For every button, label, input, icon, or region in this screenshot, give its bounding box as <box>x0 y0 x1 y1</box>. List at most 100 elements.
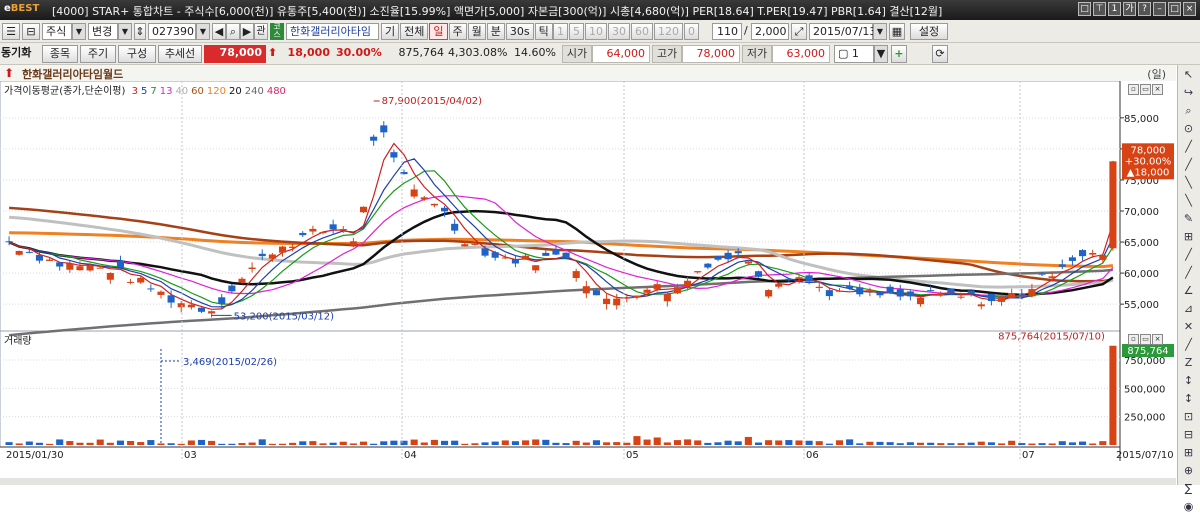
window-button-0[interactable]: □ <box>1078 2 1091 16</box>
drawing-tool-17[interactable]: ↕ <box>1179 373 1198 389</box>
add-icon[interactable]: + <box>891 45 907 63</box>
line-dropdown-icon[interactable]: ▼ <box>874 45 888 63</box>
candle-body <box>886 286 894 293</box>
layout-tab[interactable]: 구성 <box>118 45 156 63</box>
price-tick-label: 60,000 <box>1124 269 1159 280</box>
refresh-icon[interactable]: ⟳ <box>932 45 948 63</box>
volume-bar <box>461 443 469 445</box>
price-panel-buttons[interactable]: ▫ ▭ × <box>1128 84 1163 95</box>
period-button-4[interactable]: 월 <box>467 23 486 40</box>
volume-bar <box>582 442 590 445</box>
period-button-5[interactable]: 분 <box>486 23 505 40</box>
relation-button[interactable]: 관 <box>254 23 268 40</box>
drawing-tool-14[interactable]: ✕ <box>1179 319 1198 335</box>
drawing-tool-22[interactable]: ⊕ <box>1179 463 1198 479</box>
drawing-tool-20[interactable]: ⊟ <box>1179 427 1198 443</box>
count-input[interactable]: 110 <box>712 23 742 40</box>
search-icon[interactable]: ⌕ <box>226 23 240 40</box>
line-select[interactable]: ▢ 1 <box>834 45 874 63</box>
drawing-tool-9[interactable]: ⊞ <box>1179 229 1198 245</box>
drawing-tool-21[interactable]: ⊞ <box>1179 445 1198 461</box>
volume-bar <box>633 436 641 445</box>
code-spinner[interactable]: ⇕ <box>134 23 146 40</box>
drawing-tool-12[interactable]: ∠ <box>1179 283 1198 299</box>
drawing-tool-13[interactable]: ⊿ <box>1179 301 1198 317</box>
period-button-7[interactable]: 틱 <box>534 23 553 40</box>
candle-body <box>289 246 297 248</box>
window-button-1[interactable]: ⊤ <box>1093 2 1106 16</box>
drawing-tool-10[interactable]: ╱ <box>1179 247 1198 263</box>
drawing-tool-19[interactable]: ⊡ <box>1179 409 1198 425</box>
market-select[interactable]: 주식 <box>42 23 72 40</box>
volume-bar <box>815 441 823 445</box>
menu-icon[interactable]: ☰ <box>2 23 20 40</box>
window-icon[interactable]: ⊟ <box>22 23 40 40</box>
period-button-3[interactable]: 주 <box>448 23 467 40</box>
last-price-last_change: ▲18,000 <box>1127 167 1170 178</box>
window-button-3[interactable]: 가 <box>1123 2 1136 16</box>
minute-button-5[interactable]: 120 <box>654 23 683 40</box>
change-select[interactable]: 변경 <box>88 23 118 40</box>
date-input[interactable]: 2015/07/13 <box>809 23 876 40</box>
minute-button-6[interactable]: 0 <box>684 23 699 40</box>
open-label: 시가 <box>562 45 592 63</box>
drawing-tool-1[interactable]: ↪ <box>1179 85 1198 101</box>
minute-button-1[interactable]: 5 <box>569 23 584 40</box>
trendline-tab[interactable]: 추세선 <box>158 45 202 63</box>
drawing-tool-18[interactable]: ↕ <box>1179 391 1198 407</box>
period-button-0[interactable]: 기 <box>381 23 400 40</box>
chart-area[interactable]: 가격이동평균(종가,단순이평) 3 5 7 13 40 60 120 20 240 480 거래량… <box>0 81 1176 478</box>
stock-name-field[interactable]: 한화갤러리아타임 <box>286 23 379 40</box>
minute-button-2[interactable]: 10 <box>585 23 607 40</box>
drawing-tool-11[interactable]: ╱ <box>1179 265 1198 281</box>
sync-label[interactable]: 동기화 <box>1 45 41 63</box>
period-button-2[interactable]: 일 <box>429 23 448 40</box>
volume-bar <box>754 442 763 445</box>
volume-panel-buttons[interactable]: ▫ ▭ × <box>1128 334 1163 345</box>
minute-button-4[interactable]: 60 <box>631 23 653 40</box>
next-icon[interactable]: ▶ <box>240 23 254 40</box>
drawing-tool-15[interactable]: ╱ <box>1179 337 1198 353</box>
stock-chart[interactable]: 85,00080,00075,00070,00065,00060,00055,0… <box>0 81 1176 478</box>
drawing-tool-8[interactable]: ✎ <box>1179 211 1198 227</box>
drawing-tool-7[interactable]: ╲ <box>1179 193 1198 209</box>
zoom-icon[interactable]: ⤢ <box>791 23 807 40</box>
window-button-2[interactable]: 1 <box>1108 2 1121 16</box>
cycle-tab[interactable]: 주기 <box>80 45 116 63</box>
candle-body <box>258 253 266 257</box>
drawing-tool-2[interactable]: ⌕ <box>1179 103 1198 119</box>
up-arrow-icon: ⬆ <box>268 46 278 59</box>
drawing-tool-5[interactable]: ╱ <box>1179 157 1198 173</box>
stock-tab[interactable]: 종목 <box>42 45 78 63</box>
divider-input[interactable]: 2,000 <box>751 23 789 40</box>
period-button-1[interactable]: 전체 <box>400 23 429 40</box>
volume-bar <box>319 443 327 445</box>
window-button-6[interactable]: □ <box>1168 2 1181 16</box>
horizontal-scrollbar[interactable] <box>0 478 1176 485</box>
code-dropdown-icon[interactable]: ▼ <box>196 23 210 40</box>
candle-body <box>66 263 74 270</box>
window-button-7[interactable]: × <box>1183 2 1196 16</box>
minute-button-3[interactable]: 30 <box>608 23 630 40</box>
minute-button-0[interactable]: 1 <box>553 23 568 40</box>
calendar-icon[interactable]: ▦ <box>889 23 905 40</box>
drawing-tool-16[interactable]: Z <box>1179 355 1198 371</box>
window-button-5[interactable]: – <box>1153 2 1166 16</box>
drawing-tool-23[interactable]: ∑ <box>1179 481 1198 497</box>
drawing-tool-0[interactable]: ↖ <box>1179 67 1198 83</box>
drawing-tool-24[interactable]: ◉ <box>1179 499 1198 515</box>
stock-code-input[interactable]: 027390 <box>148 23 196 40</box>
drawing-tool-4[interactable]: ╱ <box>1179 139 1198 155</box>
settings-button[interactable]: 설정 <box>910 23 948 40</box>
volume-bar <box>1018 443 1026 445</box>
change-dropdown-icon[interactable]: ▼ <box>118 23 132 40</box>
window-button-4[interactable]: ? <box>1138 2 1151 16</box>
date-dropdown-icon[interactable]: ▼ <box>873 23 887 40</box>
period-button-6[interactable]: 30s <box>505 23 534 40</box>
drawing-tool-3[interactable]: ⊙ <box>1179 121 1198 137</box>
volume-bar <box>76 442 84 445</box>
candle-body <box>339 229 347 231</box>
drawing-tool-6[interactable]: ╲ <box>1179 175 1198 191</box>
prev-icon[interactable]: ◀ <box>212 23 226 40</box>
market-dropdown-icon[interactable]: ▼ <box>72 23 86 40</box>
